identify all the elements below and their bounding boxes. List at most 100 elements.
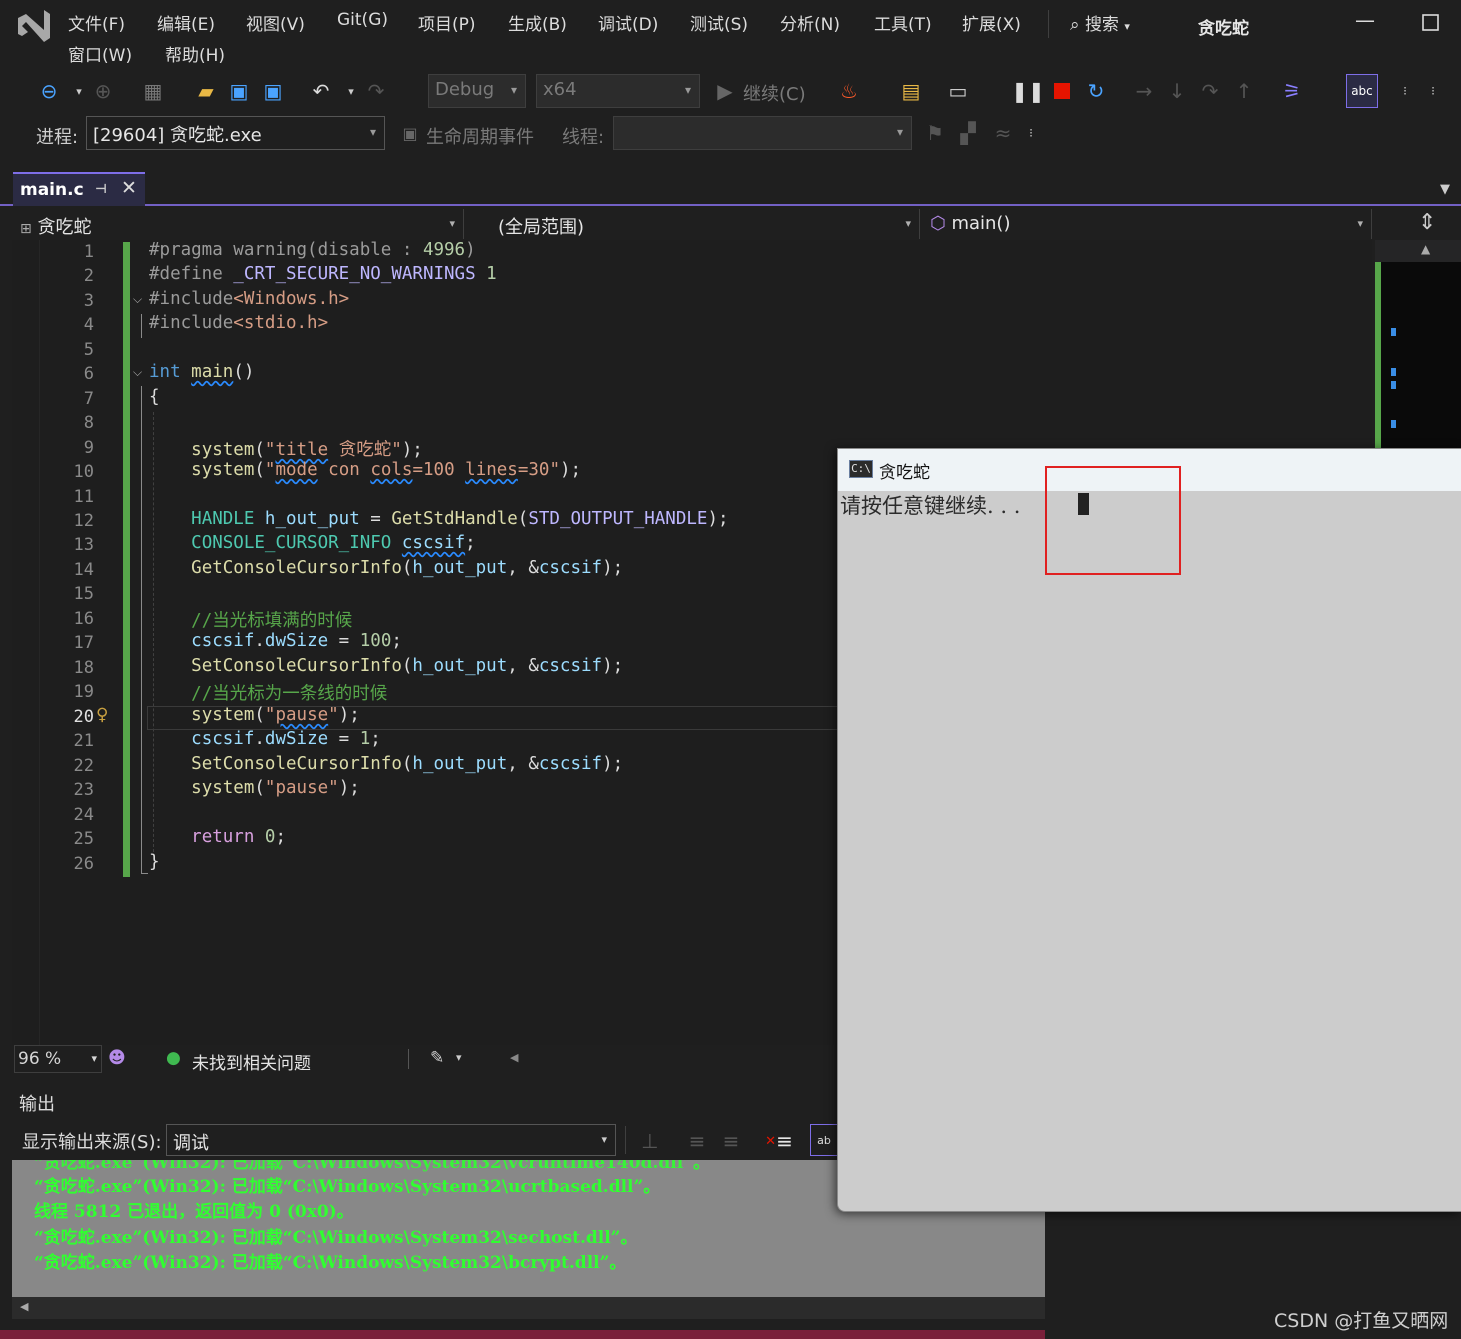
code-line[interactable]: #define _CRT_SECURE_NO_WARNINGS 1 bbox=[149, 264, 497, 284]
code-line-current[interactable]: system("pause"); bbox=[149, 705, 360, 725]
step-out-icon[interactable]: ↑ bbox=[1231, 78, 1257, 104]
save-all-icon[interactable]: ▣ bbox=[260, 78, 286, 104]
stack-frame-icon[interactable]: ▞ bbox=[955, 120, 981, 146]
thread-dropdown[interactable]: ▾ bbox=[613, 116, 912, 150]
spell-check-icon[interactable]: abc bbox=[1346, 74, 1378, 108]
pause-icon[interactable]: ❚❚ bbox=[1011, 78, 1045, 104]
menu-help[interactable]: 帮助(H) bbox=[165, 41, 225, 66]
platform-dropdown[interactable]: x64 ▾ bbox=[536, 74, 700, 108]
menu-project[interactable]: 项目(P) bbox=[418, 10, 476, 35]
code-line[interactable]: HANDLE h_out_put = GetStdHandle(STD_OUTP… bbox=[149, 509, 728, 529]
menu-tools[interactable]: 工具(T) bbox=[874, 10, 932, 35]
save-icon[interactable]: ▣ bbox=[226, 78, 252, 104]
output-source-dropdown[interactable]: 调试 ▾ bbox=[166, 1124, 616, 1156]
folder-view-icon[interactable]: ▤ bbox=[898, 78, 924, 104]
menu-file[interactable]: 文件(F) bbox=[68, 10, 125, 35]
filter-icon[interactable]: ≈ bbox=[990, 120, 1016, 146]
threads-icon[interactable]: ⚞ bbox=[1279, 78, 1305, 104]
menu-build[interactable]: 生成(B) bbox=[508, 10, 567, 35]
toolbar-overflow-icon[interactable]: ⁝ bbox=[1392, 78, 1418, 104]
zoom-dropdown[interactable]: 96 % ▾ bbox=[14, 1045, 102, 1073]
code-line[interactable]: cscsif.dwSize = 100; bbox=[149, 631, 402, 651]
menu-test[interactable]: 测试(S) bbox=[690, 10, 748, 35]
code-line[interactable]: #include<stdio.h> bbox=[149, 313, 328, 333]
navigate-forward-icon[interactable]: ⊕ bbox=[90, 78, 116, 104]
code-line[interactable]: #pragma warning(disable : 4996) bbox=[149, 240, 476, 260]
code-line[interactable]: //当光标填满的时候 bbox=[149, 607, 352, 632]
process-dropdown[interactable]: [29604] 贪吃蛇.exe ▾ bbox=[86, 116, 385, 150]
intellicode-icon[interactable]: ☻ bbox=[108, 1048, 126, 1068]
code-line[interactable]: SetConsoleCursorInfo(h_out_put, &cscsif)… bbox=[149, 656, 623, 676]
lightbulb-icon[interactable]: ♀ bbox=[96, 705, 108, 725]
play-icon[interactable]: ▶ bbox=[712, 78, 738, 104]
lifecycle-events-button[interactable]: 生命周期事件 bbox=[426, 123, 534, 149]
tab-list-dropdown-icon[interactable]: ▼ bbox=[1440, 182, 1450, 197]
find-message-icon[interactable]: ⊥ bbox=[637, 1128, 663, 1154]
continue-button[interactable]: 继续(C) bbox=[743, 80, 806, 106]
glyph-margin[interactable] bbox=[12, 240, 40, 1045]
search-button[interactable]: ⌕ 搜索 ▾ bbox=[1070, 10, 1130, 35]
horizontal-scrollbar[interactable]: ◀ bbox=[12, 1297, 1045, 1319]
diagnostic-icon[interactable]: ▭ bbox=[945, 78, 971, 104]
new-project-icon[interactable]: ▦ bbox=[140, 78, 166, 104]
clear-all-icon[interactable]: ✕ ≡ bbox=[765, 1128, 793, 1154]
project-dropdown[interactable]: ⊞ 贪吃蛇 ▾ bbox=[14, 209, 464, 239]
previous-message-icon[interactable]: ≡ bbox=[684, 1128, 710, 1154]
open-folder-icon[interactable]: ▰ bbox=[193, 78, 219, 104]
code-line[interactable]: } bbox=[149, 852, 160, 872]
step-into-icon[interactable]: ↓ bbox=[1164, 78, 1190, 104]
code-line[interactable]: system("mode con cols=100 lines=30"); bbox=[149, 460, 581, 480]
menu-view[interactable]: 视图(V) bbox=[246, 10, 305, 35]
chevron-down-icon[interactable]: ▾ bbox=[456, 1051, 462, 1064]
code-line[interactable]: int main() bbox=[149, 362, 254, 382]
menu-edit[interactable]: 编辑(E) bbox=[157, 10, 215, 35]
code-line[interactable]: CONSOLE_CURSOR_INFO cscsif; bbox=[149, 533, 476, 553]
hot-reload-icon[interactable]: ♨ bbox=[836, 78, 862, 104]
scope-dropdown[interactable]: (全局范围) ▾ bbox=[492, 209, 920, 239]
minimize-button[interactable]: — bbox=[1350, 8, 1380, 38]
pin-icon[interactable]: ⊣ bbox=[95, 182, 107, 197]
menu-extensions[interactable]: 扩展(X) bbox=[962, 10, 1021, 35]
code-line[interactable]: system("pause"); bbox=[149, 778, 360, 798]
menu-git[interactable]: Git(G) bbox=[337, 10, 388, 30]
chevron-down-icon[interactable]: ▾ bbox=[66, 78, 92, 104]
visual-studio-logo-icon[interactable] bbox=[14, 8, 54, 44]
restart-icon[interactable]: ↻ bbox=[1083, 78, 1109, 104]
code-line[interactable]: SetConsoleCursorInfo(h_out_put, &cscsif)… bbox=[149, 754, 623, 774]
scrollbar-up-arrow[interactable]: ▲ bbox=[1375, 240, 1461, 262]
code-line[interactable]: { bbox=[149, 387, 160, 407]
word-wrap-icon[interactable]: ab bbox=[810, 1124, 838, 1156]
next-message-icon[interactable]: ≡ bbox=[718, 1128, 744, 1154]
undo-icon[interactable]: ↶ bbox=[308, 78, 334, 104]
menu-analyze[interactable]: 分析(N) bbox=[780, 10, 840, 35]
lifecycle-icon[interactable]: ▣ bbox=[397, 120, 423, 146]
maximize-button[interactable] bbox=[1416, 8, 1446, 38]
toolbar-overflow-icon[interactable]: ⁝ bbox=[1420, 78, 1446, 104]
brush-icon[interactable]: ✎ bbox=[430, 1048, 444, 1068]
code-line[interactable]: //当光标为一条线的时候 bbox=[149, 680, 387, 705]
menu-debug[interactable]: 调试(D) bbox=[598, 10, 658, 35]
scroll-left-icon[interactable]: ◀ bbox=[20, 1300, 28, 1313]
code-line[interactable]: GetConsoleCursorInfo(h_out_put, &cscsif)… bbox=[149, 558, 623, 578]
show-next-statement-icon[interactable]: → bbox=[1131, 78, 1157, 104]
navigate-back-icon[interactable]: ⊖ bbox=[36, 78, 62, 104]
redo-icon[interactable]: ↷ bbox=[363, 78, 389, 104]
member-dropdown[interactable]: ⬡ main() ▾ bbox=[924, 209, 1372, 239]
flag-icon[interactable]: ⚑ bbox=[922, 120, 948, 146]
tab-main-c[interactable]: main.c ⊣ ✕ bbox=[13, 172, 145, 206]
code-line[interactable]: system("title 贪吃蛇"); bbox=[149, 436, 423, 461]
step-over-icon[interactable]: ↷ bbox=[1197, 78, 1223, 104]
minimap[interactable] bbox=[1375, 262, 1461, 452]
issues-status[interactable]: 未找到相关问题 bbox=[192, 1049, 311, 1074]
stop-icon[interactable] bbox=[1049, 78, 1075, 104]
code-line[interactable]: #include<Windows.h> bbox=[149, 289, 349, 309]
config-dropdown[interactable]: Debug ▾ bbox=[428, 74, 526, 108]
code-line[interactable]: cscsif.dwSize = 1; bbox=[149, 729, 381, 749]
collapse-region-icon[interactable]: ⌵ bbox=[133, 365, 142, 380]
chevron-down-icon[interactable]: ▾ bbox=[338, 78, 364, 104]
close-icon[interactable]: ✕ bbox=[121, 177, 137, 199]
menu-window[interactable]: 窗口(W) bbox=[68, 41, 132, 66]
toolbar-overflow-icon[interactable]: ⁝ bbox=[1018, 120, 1044, 146]
split-editor-icon[interactable]: ⇕ bbox=[1418, 210, 1436, 235]
collapse-region-icon[interactable]: ⌵ bbox=[133, 292, 142, 307]
